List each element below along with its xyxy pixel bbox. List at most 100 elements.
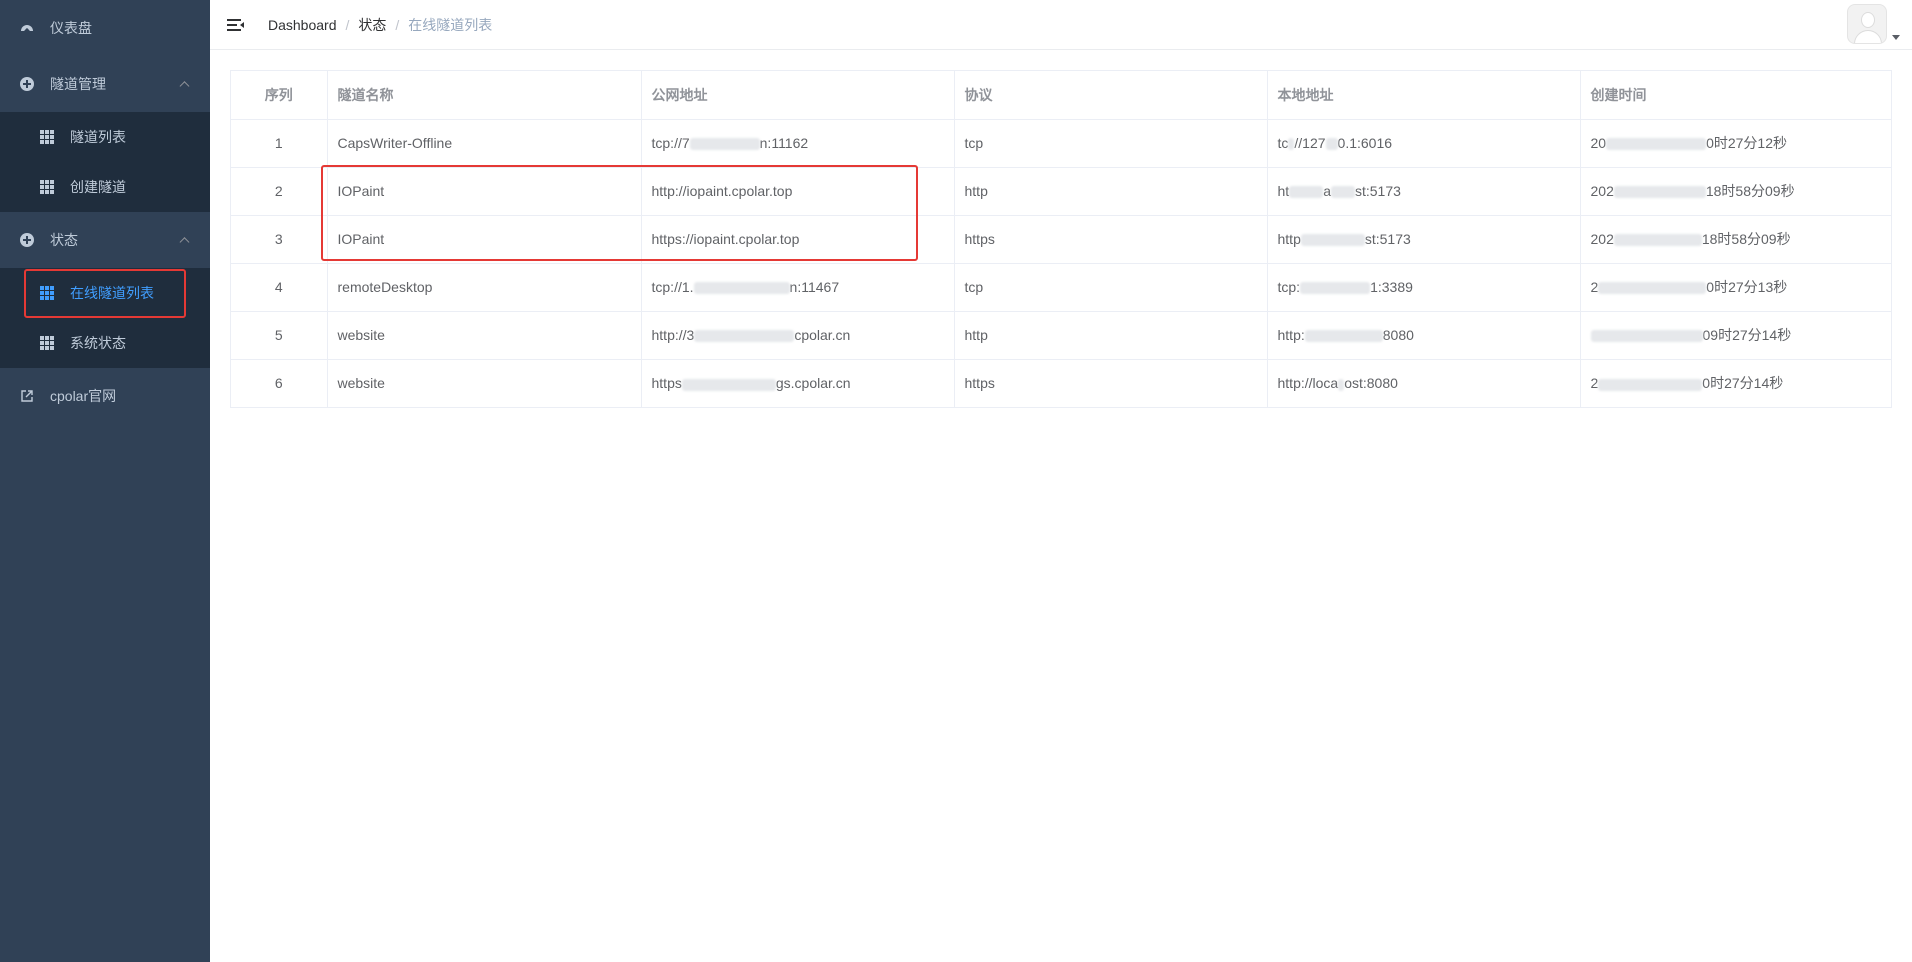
redacted-blur [1590,330,1703,343]
cell-text: n:11162 [759,135,809,151]
cell-index: 1 [231,119,328,168]
redacted-blur [1288,138,1295,151]
redacted-blur [1338,378,1345,391]
cell-text: 0.1:6016 [1337,135,1393,151]
sidebar-item-label: 创建隧道 [70,179,126,195]
cell-text: http://iopaint.cpolar.top [651,183,793,199]
column-header-name: 隧道名称 [327,71,642,120]
cell-public-url: https gs.cpolar.cn [641,359,955,407]
cell-local-address: http st:5173 [1267,215,1581,264]
cell-created-time: 2 0时27分13秒 [1580,263,1891,312]
cell-index: 3 [231,215,328,264]
submenu-status: 在线隧道列表 系统状态 [0,268,210,368]
cell-name: CapsWriter-Offline [327,119,642,168]
cell-text: tcp: [1277,279,1301,295]
table-row: 1 CapsWriter-Offline tcp://7 n:11162 tcp … [231,119,1891,168]
cell-text: tc [1277,135,1289,151]
table-row: 5 website http://3 cpolar.cn http http: 80… [231,311,1891,360]
sidebar-item-system-status[interactable]: 系统状态 [0,318,210,368]
cell-created-time: 202 18时58分09秒 [1580,167,1891,216]
navbar: Dashboard / 状态 / 在线隧道列表 [210,0,1912,50]
sidebar-item-label: 在线隧道列表 [70,285,154,301]
redacted-blur [1300,234,1365,247]
plus-circle-icon [20,233,34,247]
cell-text: tcp://7 [651,135,690,151]
menu-official-site-label: cpolar官网 [50,388,117,404]
sidebar-item-create-tunnel[interactable]: 创建隧道 [0,162,210,212]
redacted-blur [1606,138,1707,151]
cell-local-address: tcp: 1:3389 [1267,263,1581,312]
column-header-local-address: 本地地址 [1267,71,1581,120]
cell-local-address: ht a st:5173 [1267,167,1581,216]
redacted-blur [1613,234,1702,247]
cell-text: n:11467 [789,279,840,295]
chevron-up-icon [179,81,190,92]
redacted-blur [689,138,760,151]
cell-protocol: tcp [954,119,1268,168]
redacted-blur [1325,138,1338,151]
cell-text: st:5173 [1364,231,1411,247]
menu-tunnel-management[interactable]: 隧道管理 [0,56,210,112]
cell-local-address: http: 8080 [1267,311,1581,360]
cell-text: 0时27分12秒 [1706,135,1788,151]
sidebar-item-label: 隧道列表 [70,129,126,145]
cell-index: 6 [231,359,328,407]
breadcrumb-dashboard[interactable]: Dashboard [268,17,337,33]
cell-text: http: [1277,327,1305,343]
column-header-created-time: 创建时间 [1580,71,1891,120]
sidebar-item-tunnel-list[interactable]: 隧道列表 [0,112,210,162]
hamburger-icon[interactable] [227,18,245,32]
grid-icon [40,180,54,194]
cell-created-time: 202 18时58分09秒 [1580,215,1891,264]
cell-text: //127 [1294,135,1326,151]
cell-text: 0时27分14秒 [1702,375,1784,392]
table-header-row: 序列 隧道名称 公网地址 协议 本地地址 创建时间 [231,71,1891,120]
breadcrumb: Dashboard / 状态 / 在线隧道列表 [268,15,492,35]
cell-name: IOPaint [327,167,642,216]
cell-protocol: http [954,311,1268,360]
breadcrumb-separator: / [345,16,350,33]
cell-created-time: 09时27分14秒 [1580,311,1891,360]
redacted-blur [1289,186,1324,199]
avatar[interactable] [1847,4,1887,44]
table-row: 3 IOPaint https://iopaint.cpolar.top htt… [231,215,1891,264]
cell-text: 18时58分09秒 [1701,231,1791,247]
table-row: 6 website https gs.cpolar.cn https http:/… [231,359,1891,407]
cell-local-address: http://loca ost:8080 [1267,359,1581,407]
cell-index: 5 [231,311,328,360]
cell-text: https [651,375,682,392]
menu-status[interactable]: 状态 [0,212,210,268]
menu-tunnel-management-label: 隧道管理 [50,76,106,92]
sidebar-item-label: 系统状态 [70,335,126,351]
cell-created-time: 20 0时27分12秒 [1580,119,1891,168]
cell-text: ht [1277,183,1290,199]
cell-text: http://3 [651,327,695,343]
cell-text: ost:8080 [1344,375,1398,392]
redacted-blur [694,330,795,343]
cell-protocol: http [954,167,1268,216]
user-menu[interactable] [1847,4,1900,44]
cell-text: 20 [1590,135,1607,151]
menu-official-site[interactable]: cpolar官网 [0,368,210,424]
cell-text: 09时27分14秒 [1702,327,1792,343]
tunnel-table: 序列 隧道名称 公网地址 协议 本地地址 创建时间 1 CapsWriter-O… [230,70,1892,408]
cell-public-url: tcp://7 n:11162 [641,119,955,168]
redacted-blur [693,282,790,295]
cell-text: 18时58分09秒 [1705,183,1795,199]
chevron-up-icon [179,237,190,248]
breadcrumb-status[interactable]: 状态 [358,15,386,35]
table-row: 2 IOPaint http://iopaint.cpolar.top http… [231,167,1891,216]
caret-down-icon[interactable] [1892,35,1900,40]
cell-public-url: https://iopaint.cpolar.top [641,215,955,264]
redacted-blur [681,378,776,391]
column-header-index: 序列 [231,71,328,120]
breadcrumb-current: 在线隧道列表 [408,16,493,33]
sidebar-item-online-tunnels[interactable]: 在线隧道列表 [0,268,210,318]
redacted-blur [1300,282,1371,295]
cell-public-url: http://3 cpolar.cn [641,311,955,360]
grid-icon [40,336,54,350]
menu-dashboard-label: 仪表盘 [50,20,92,36]
grid-icon [40,130,54,144]
menu-dashboard[interactable]: 仪表盘 [0,0,210,56]
cell-name: IOPaint [327,215,642,264]
